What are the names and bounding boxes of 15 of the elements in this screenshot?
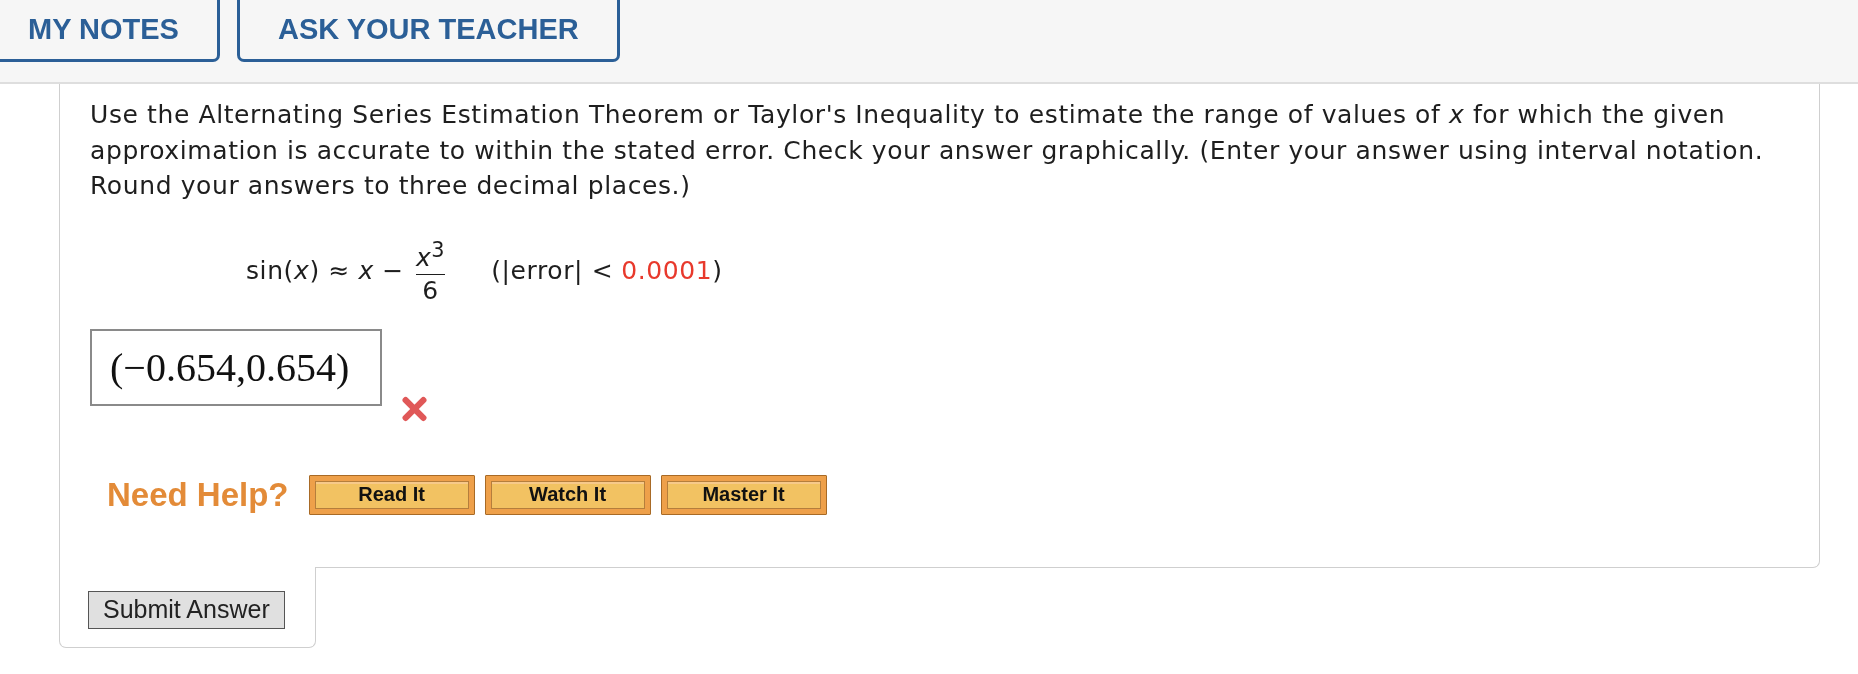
closing-parenthesis: ): [712, 255, 723, 285]
help-button[interactable]: Watch It: [484, 474, 651, 515]
help-button[interactable]: Master It: [660, 474, 827, 515]
question-text: Use the Alternating Series Estimation Theorem or Taylor's Inequality to estimate the range of values of x for which the given approximation is accurate to within the stated error. Check your answer graphically. (Enter your answer using interval notation. Round your answers to three decimal places.): [90, 99, 1765, 202]
fraction-denominator: 6: [422, 274, 439, 307]
answer-field[interactable]: (−0.654,0.654): [90, 328, 382, 406]
error-condition-text: (|error| <: [491, 255, 614, 285]
tab[interactable]: MY NOTES: [0, 0, 220, 62]
tab[interactable]: ASK YOUR TEACHER: [236, 0, 620, 62]
formula-text: sin(x) ≈ x −: [246, 255, 404, 285]
help-label: Need Help?: [107, 475, 289, 514]
error-bound-value: 0.0001: [621, 255, 713, 285]
help-button[interactable]: Read It: [308, 474, 475, 515]
fraction-numerator: x$^{3}$: [415, 236, 446, 274]
submit-button[interactable]: Submit Answer: [88, 590, 285, 629]
